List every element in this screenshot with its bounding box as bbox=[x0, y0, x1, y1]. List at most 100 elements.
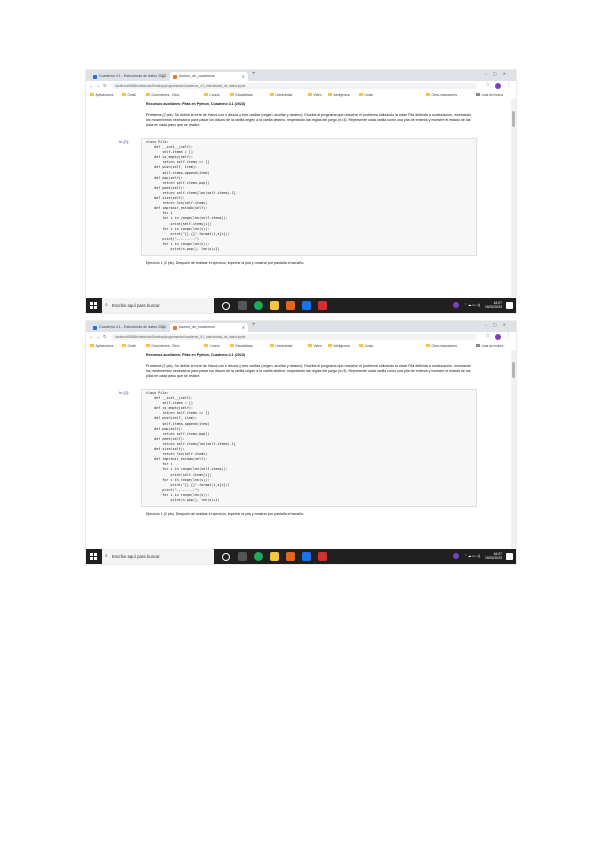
search-icon: ⌕ bbox=[105, 302, 108, 308]
scrollbar[interactable] bbox=[511, 350, 516, 549]
nav-arrows-icon[interactable]: ←→↻ bbox=[89, 83, 109, 89]
tab-favicon-icon bbox=[93, 325, 97, 330]
browser-tab-1[interactable]: Cuaderno 4.1 - Estructuras de datos 2023… bbox=[90, 72, 168, 81]
chrome-icon[interactable] bbox=[254, 301, 263, 310]
url-field[interactable]: localhost:8888/notebooks/Desktop/program… bbox=[111, 333, 477, 341]
avatar[interactable] bbox=[495, 83, 501, 89]
search-icon: ⌕ bbox=[105, 553, 108, 559]
cell-prompt: In [2]: bbox=[119, 139, 130, 144]
bookmark-item[interactable]: Video bbox=[308, 93, 322, 98]
menu-icon[interactable]: ⋮ bbox=[506, 333, 511, 339]
close-icon[interactable]: ✕ bbox=[162, 72, 165, 81]
bookmark-item[interactable]: Aplicaciones bbox=[90, 93, 113, 98]
browser-tab-1[interactable]: Cuaderno 4.1 - Estructuras de datos 2023… bbox=[90, 323, 168, 332]
edge-icon[interactable] bbox=[302, 552, 311, 561]
bookmark-item[interactable]: Gmail bbox=[122, 344, 136, 349]
new-tab-icon[interactable]: + bbox=[252, 71, 256, 77]
file-explorer-icon[interactable] bbox=[270, 552, 279, 561]
menu-icon[interactable]: ⋮ bbox=[506, 82, 511, 88]
browser-tab-2[interactable]: Asesor_de_cuadernos ✕ bbox=[170, 72, 248, 81]
problem-text: Problema (2 pts). Se define la torre de … bbox=[146, 113, 472, 127]
code-cell[interactable]: class Pila: def __init__(self): self.ite… bbox=[141, 389, 477, 507]
tab-bar: Cuaderno 4.1 - Estructuras de datos 2023… bbox=[86, 321, 516, 332]
windows-start-icon[interactable] bbox=[90, 302, 97, 309]
taskbar: ⌕ Escribe aquí para buscar ⌃ ☁ ▭ ◁) 16:07… bbox=[86, 549, 516, 564]
browser-screenshot-2: Cuaderno 4.1 - Estructuras de datos 2023… bbox=[86, 321, 516, 564]
bookmark-item[interactable]: Inteligencia bbox=[328, 344, 350, 349]
bookmark-item[interactable]: Otros marcadores bbox=[426, 344, 457, 349]
bookmark-item[interactable]: Universidad bbox=[270, 344, 292, 349]
close-icon[interactable]: ✕ bbox=[242, 323, 245, 332]
tab-bar: Cuaderno 4.1 - Estructuras de datos 2023… bbox=[86, 70, 516, 81]
scrollbar-thumb[interactable] bbox=[512, 111, 515, 127]
bookmark-item[interactable]: Guías bbox=[359, 344, 373, 349]
bookmark-item[interactable]: Documentos - Educ bbox=[146, 344, 180, 349]
cell-prompt: In [2]: bbox=[119, 390, 130, 395]
tab-label: Cuaderno 4.1 - Estructuras de datos 2023 bbox=[99, 325, 166, 329]
scrollbar-thumb[interactable] bbox=[512, 362, 515, 378]
bookmark-item[interactable]: Lista de lectura bbox=[476, 344, 503, 349]
notifications-icon[interactable] bbox=[506, 302, 513, 309]
user-icon[interactable] bbox=[453, 553, 460, 560]
exercise-text: Ejercicio 1 (2 pts). Después de realizar… bbox=[146, 512, 305, 516]
notifications-icon[interactable] bbox=[506, 553, 513, 560]
bookmark-item[interactable]: Video bbox=[308, 344, 322, 349]
bookmark-item[interactable]: Universidad bbox=[270, 93, 292, 98]
taskbar-search-input[interactable]: ⌕ Escribe aquí para buscar bbox=[102, 298, 214, 313]
code-line: print(s.pop(), len(s)+1) bbox=[146, 246, 220, 251]
tab-favicon-icon bbox=[173, 74, 177, 79]
bookmark-item[interactable]: Otros marcadores bbox=[426, 93, 457, 98]
window-controls[interactable]: –▢✕ bbox=[485, 71, 512, 76]
bookmark-item[interactable]: Aplicaciones bbox=[90, 344, 113, 349]
system-tray[interactable]: ⌃ ☁ ▭ ◁) 16:07 15/02/2023 bbox=[453, 549, 502, 564]
cortana-icon[interactable] bbox=[222, 553, 230, 561]
star-icon[interactable]: ☆ bbox=[486, 333, 490, 339]
office-icon[interactable] bbox=[286, 301, 295, 310]
tab-favicon-icon bbox=[173, 325, 177, 330]
avatar[interactable] bbox=[495, 334, 501, 340]
close-icon[interactable]: ✕ bbox=[242, 72, 245, 81]
code-line: print(s.pop(), len(s)+1) bbox=[146, 497, 220, 502]
exercise-text: Ejercicio 1 (2 pts). Después de realizar… bbox=[146, 261, 305, 265]
edge-icon[interactable] bbox=[302, 301, 311, 310]
taskbar-search-input[interactable]: ⌕ Escribe aquí para buscar bbox=[102, 549, 214, 564]
bookmark-item[interactable]: Estadísticas bbox=[230, 93, 253, 98]
bookmark-item[interactable]: Gmail bbox=[122, 93, 136, 98]
taskbar: ⌕ Escribe aquí para buscar ⌃ ☁ ▭ ◁) 16:07… bbox=[86, 298, 516, 313]
user-icon[interactable] bbox=[453, 302, 460, 309]
notebook-content: Recursos auxiliares: Pilas en Python, Cu… bbox=[86, 99, 516, 298]
bookmark-item[interactable]: Guías bbox=[359, 93, 373, 98]
tab-label: Asesor_de_cuadernos bbox=[179, 74, 215, 78]
windows-start-icon[interactable] bbox=[90, 553, 97, 560]
browser-tab-2[interactable]: Asesor_de_cuadernos ✕ bbox=[170, 323, 248, 332]
url-field[interactable]: localhost:8888/notebooks/Desktop/program… bbox=[111, 82, 477, 90]
file-explorer-icon[interactable] bbox=[270, 301, 279, 310]
office-icon[interactable] bbox=[286, 552, 295, 561]
window-controls[interactable]: –▢✕ bbox=[485, 322, 512, 327]
notebook-heading: Recursos auxiliares: Pilas en Python, Cu… bbox=[146, 353, 246, 357]
app-icon[interactable] bbox=[318, 301, 327, 310]
problem-text: Problema (2 pts). Se define la torre de … bbox=[146, 364, 472, 378]
cortana-icon[interactable] bbox=[222, 302, 230, 310]
star-icon[interactable]: ☆ bbox=[486, 82, 490, 88]
notebook-heading: Recursos auxiliares: Pilas en Python, Cu… bbox=[146, 102, 246, 106]
code-cell[interactable]: class Pila: def __init__(self): self.ite… bbox=[141, 138, 477, 256]
scrollbar[interactable] bbox=[511, 99, 516, 298]
close-icon[interactable]: ✕ bbox=[162, 323, 165, 332]
system-tray[interactable]: ⌃ ☁ ▭ ◁) 16:07 15/02/2023 bbox=[453, 298, 502, 313]
new-tab-icon[interactable]: + bbox=[252, 322, 256, 328]
bookmark-item[interactable]: Cursos bbox=[204, 344, 220, 349]
bookmark-item[interactable]: Estadísticas bbox=[230, 344, 253, 349]
app-icon[interactable] bbox=[318, 552, 327, 561]
chrome-icon[interactable] bbox=[254, 552, 263, 561]
bookmark-item[interactable]: Inteligencia bbox=[328, 93, 350, 98]
task-view-icon[interactable] bbox=[238, 552, 247, 561]
bookmark-item[interactable]: Cursos bbox=[204, 93, 220, 98]
task-view-icon[interactable] bbox=[238, 301, 247, 310]
bookmark-item[interactable]: Lista de lectura bbox=[476, 93, 503, 98]
nav-arrows-icon[interactable]: ←→↻ bbox=[89, 334, 109, 340]
tab-label: Cuaderno 4.1 - Estructuras de datos 2023 bbox=[99, 74, 166, 78]
tab-label: Asesor_de_cuadernos bbox=[179, 325, 215, 329]
bookmark-item[interactable]: Documentos - Educ bbox=[146, 93, 180, 98]
browser-screenshot-1: Cuaderno 4.1 - Estructuras de datos 2023… bbox=[86, 70, 516, 313]
